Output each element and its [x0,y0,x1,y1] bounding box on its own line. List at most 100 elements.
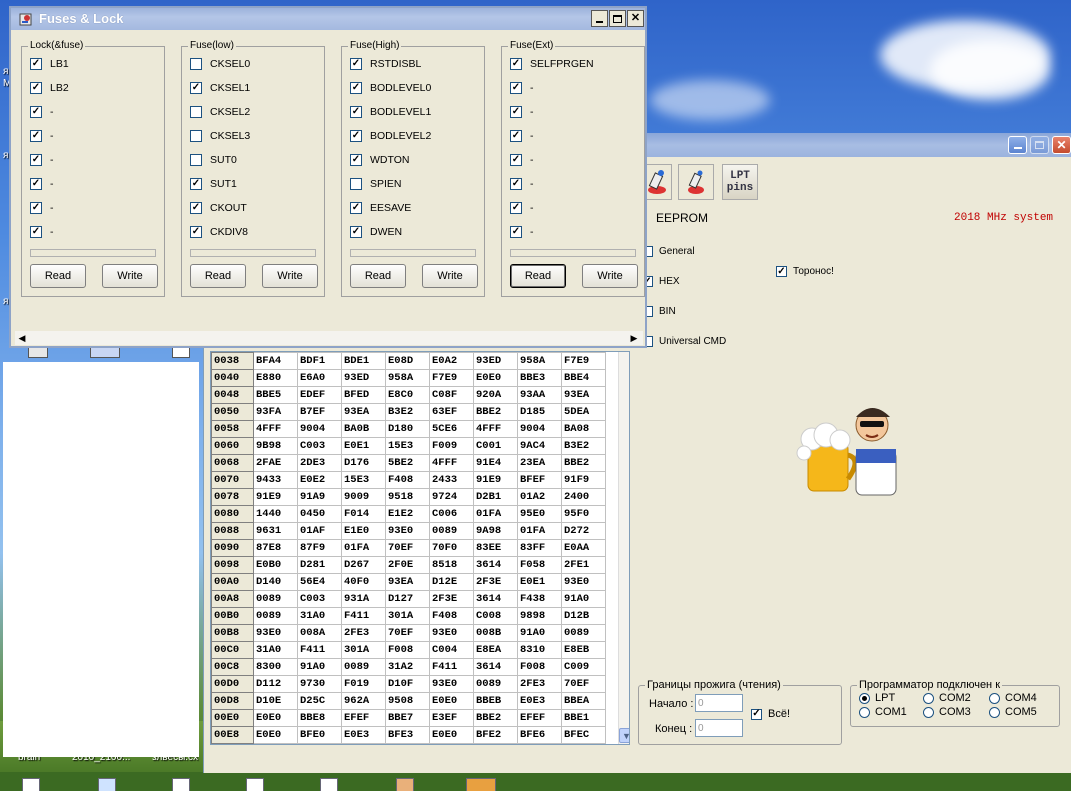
hex-value-cell[interactable]: BBE2 [561,454,606,472]
hex-value-cell[interactable]: 931A [341,590,386,608]
fuse-checkbox[interactable] [190,58,202,70]
hex-value-cell[interactable]: 93AA [517,386,562,404]
fuse-item[interactable]: SPIEN [350,178,402,190]
desktop-file-icon[interactable] [172,778,190,791]
hex-value-cell[interactable]: B7EF [297,403,342,421]
toolbar-button-write[interactable] [678,164,714,200]
hex-value-cell[interactable]: BBE1 [561,709,606,727]
hex-value-cell[interactable]: E0E0 [473,369,518,387]
hex-value-cell[interactable]: BFEC [561,726,606,744]
hex-value-cell[interactable]: D185 [517,403,562,421]
desktop-file-icon[interactable] [22,778,40,791]
hex-value-cell[interactable]: 9724 [429,488,474,506]
hex-value-cell[interactable]: 9A98 [473,522,518,540]
hex-value-cell[interactable]: EFEF [341,709,386,727]
hex-value-cell[interactable]: 008A [297,624,342,642]
hex-value-cell[interactable]: 0089 [253,607,298,625]
lpt-pins-button[interactable]: LPT pins [722,164,758,200]
hex-value-cell[interactable]: 31A2 [385,658,430,676]
hex-value-cell[interactable]: E0E0 [429,726,474,744]
hex-value-cell[interactable]: 9009 [341,488,386,506]
hex-value-cell[interactable]: 23EA [517,454,562,472]
hex-value-cell[interactable]: BDF1 [297,352,342,370]
hex-value-cell[interactable]: 3614 [473,590,518,608]
fuse-checkbox[interactable] [30,82,42,94]
hex-value-cell[interactable]: 70F0 [429,539,474,557]
hex-value-cell[interactable]: E8C0 [385,386,430,404]
desktop-pdf-icon[interactable] [466,778,496,791]
hex-value-cell[interactable]: 301A [341,641,386,659]
fuse-checkbox[interactable] [350,202,362,214]
hex-value-cell[interactable]: 63EF [429,403,474,421]
fuse-checkbox[interactable] [350,178,362,190]
port-com5-radio[interactable] [989,706,1000,718]
hex-value-cell[interactable]: BFA4 [253,352,298,370]
hex-value-cell[interactable]: BDE1 [341,352,386,370]
hex-value-cell[interactable]: 15E3 [385,437,430,455]
fuse-item[interactable]: WDTON [350,154,409,166]
hex-value-cell[interactable]: 93EA [561,386,606,404]
hex-value-cell[interactable]: E0E1 [517,573,562,591]
fuse-checkbox[interactable] [30,130,42,142]
end-input[interactable] [695,719,743,737]
hex-value-cell[interactable]: 01FA [341,539,386,557]
read-button[interactable]: Read [510,264,566,288]
hex-value-cell[interactable]: 9B98 [253,437,298,455]
hex-value-cell[interactable]: 3614 [473,556,518,574]
hex-value-cell[interactable]: 93EA [341,403,386,421]
hex-value-cell[interactable]: BBE3 [517,369,562,387]
hex-value-cell[interactable]: 2FAE [253,454,298,472]
hex-value-cell[interactable]: F7E9 [561,352,606,370]
port-lpt-radio[interactable] [859,692,870,704]
hex-value-cell[interactable]: BFED [341,386,386,404]
fuse-checkbox[interactable] [30,106,42,118]
port-com2-radio[interactable] [923,692,934,704]
minimize-button[interactable] [1008,136,1027,154]
hex-value-cell[interactable]: 301A [385,607,430,625]
hex-value-cell[interactable]: C003 [297,590,342,608]
port-lpt[interactable]: LPT [859,692,895,704]
hex-value-cell[interactable]: 0089 [473,675,518,693]
hex-value-cell[interactable]: 91E9 [253,488,298,506]
hex-value-cell[interactable]: BBE4 [561,369,606,387]
hex-value-cell[interactable]: 2F3E [473,573,518,591]
hex-value-cell[interactable]: 15E3 [341,471,386,489]
hex-value-cell[interactable]: 01FA [517,522,562,540]
hex-value-cell[interactable]: F058 [517,556,562,574]
fuse-item[interactable]: SUT1 [190,178,237,190]
fuse-checkbox[interactable] [190,130,202,142]
fuse-item[interactable]: BODLEVEL1 [350,106,431,118]
hex-value-cell[interactable]: F019 [341,675,386,693]
start-input[interactable] [695,694,743,712]
hex-value-cell[interactable]: 5DEA [561,403,606,421]
hex-value-cell[interactable]: C006 [429,505,474,523]
hex-value-cell[interactable]: F009 [429,437,474,455]
hex-value-cell[interactable]: 91E9 [473,471,518,489]
fuse-checkbox[interactable] [510,106,522,118]
hex-value-cell[interactable]: 56E4 [297,573,342,591]
hex-value-cell[interactable]: D127 [385,590,430,608]
hex-value-cell[interactable]: E08D [385,352,430,370]
hex-value-cell[interactable]: E3EF [429,709,474,727]
hex-value-cell[interactable]: D12B [561,607,606,625]
fuse-checkbox[interactable] [350,106,362,118]
hex-value-cell[interactable]: E6A0 [297,369,342,387]
hex-value-cell[interactable]: 8310 [517,641,562,659]
hex-value-cell[interactable]: 4FFF [473,420,518,438]
hex-value-cell[interactable]: 70EF [561,675,606,693]
fuse-checkbox[interactable] [190,202,202,214]
fuse-item[interactable]: - [510,154,534,166]
fuse-checkbox[interactable] [350,82,362,94]
hex-value-cell[interactable]: 0089 [341,658,386,676]
hex-value-cell[interactable]: 91A0 [297,658,342,676]
hex-value-cell[interactable]: 3614 [473,658,518,676]
hex-value-cell[interactable]: 01FA [473,505,518,523]
hex-value-cell[interactable]: 01A2 [517,488,562,506]
scroll-down-button[interactable]: ▼ [619,728,629,743]
hex-value-cell[interactable]: E1E0 [341,522,386,540]
fuse-item[interactable]: - [30,178,54,190]
fuse-item[interactable]: RSTDISBL [350,58,421,70]
hex-value-cell[interactable]: 4FFF [253,420,298,438]
fuse-checkbox[interactable] [30,226,42,238]
desktop-image-icon[interactable] [396,778,414,791]
